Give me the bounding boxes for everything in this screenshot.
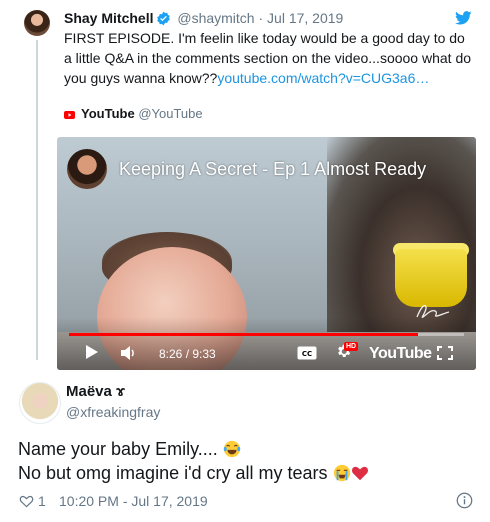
progress-bar-fill[interactable] [69,333,418,336]
youtube-card-source[interactable]: YouTube @YouTube [64,106,203,122]
shay-mitchell-avatar[interactable] [24,10,50,36]
maeva-avatar[interactable] [19,382,61,424]
parent-tweet-text: FIRST EPISODE. I'm feelin like today wou… [64,28,474,88]
volume-icon[interactable] [121,346,137,365]
header-separator: · [258,10,264,26]
reply-timestamp[interactable]: 10:20 PM - Jul 17, 2019 [59,493,208,509]
parent-tweet-header: Shay Mitchell @shaymitch · Jul 17, 2019 [64,9,343,30]
reply-author-handle[interactable]: @xfreakingfray [66,404,160,420]
youtube-wordmark[interactable]: YouTube [369,345,432,363]
parent-author-name[interactable]: Shay Mitchell [64,10,153,26]
video-title[interactable]: Keeping A Secret - Ep 1 Almost Ready [119,159,426,180]
fullscreen-icon[interactable] [437,346,453,365]
youtube-link[interactable]: youtube.com/watch?v=CUG3a6… [217,70,429,86]
reply-line-1: Name your baby Emily.... [18,439,218,459]
red-heart-emoji-icon [351,464,369,482]
cc-label: CC [302,350,312,358]
play-button-icon[interactable] [85,344,99,365]
like-count-value: 1 [38,493,46,509]
thread-connector-line [36,40,38,360]
youtube-video-player[interactable]: Keeping A Secret - Ep 1 Almost Ready 8:2… [57,137,476,370]
parent-tweet-date[interactable]: Jul 17, 2019 [267,10,343,26]
loudly-crying-emoji-icon [333,464,351,482]
info-icon[interactable] [456,492,473,514]
parent-author-handle[interactable]: @shaymitch [177,10,254,26]
closed-captions-icon[interactable]: CC [297,346,317,365]
hd-badge: HD [344,342,359,351]
like-action[interactable]: 1 [19,493,46,509]
channel-avatar[interactable] [67,149,107,189]
youtube-source-name: YouTube [81,106,135,121]
tears-of-joy-emoji-icon [223,440,241,458]
heart-icon[interactable] [19,494,34,508]
reply-tweet-text: Name your baby Emily.... No but omg imag… [18,437,468,485]
youtube-source-handle: @YouTube [138,106,203,121]
youtube-logo-icon [64,107,75,122]
video-time-display: 8:26 / 9:33 [159,347,216,361]
reply-line-2: No but omg imagine i'd cry all my tears [18,463,328,483]
video-title-bar[interactable]: Keeping A Secret - Ep 1 Almost Ready [67,149,426,189]
reply-author-name[interactable]: Maëva ɤ [66,383,125,400]
